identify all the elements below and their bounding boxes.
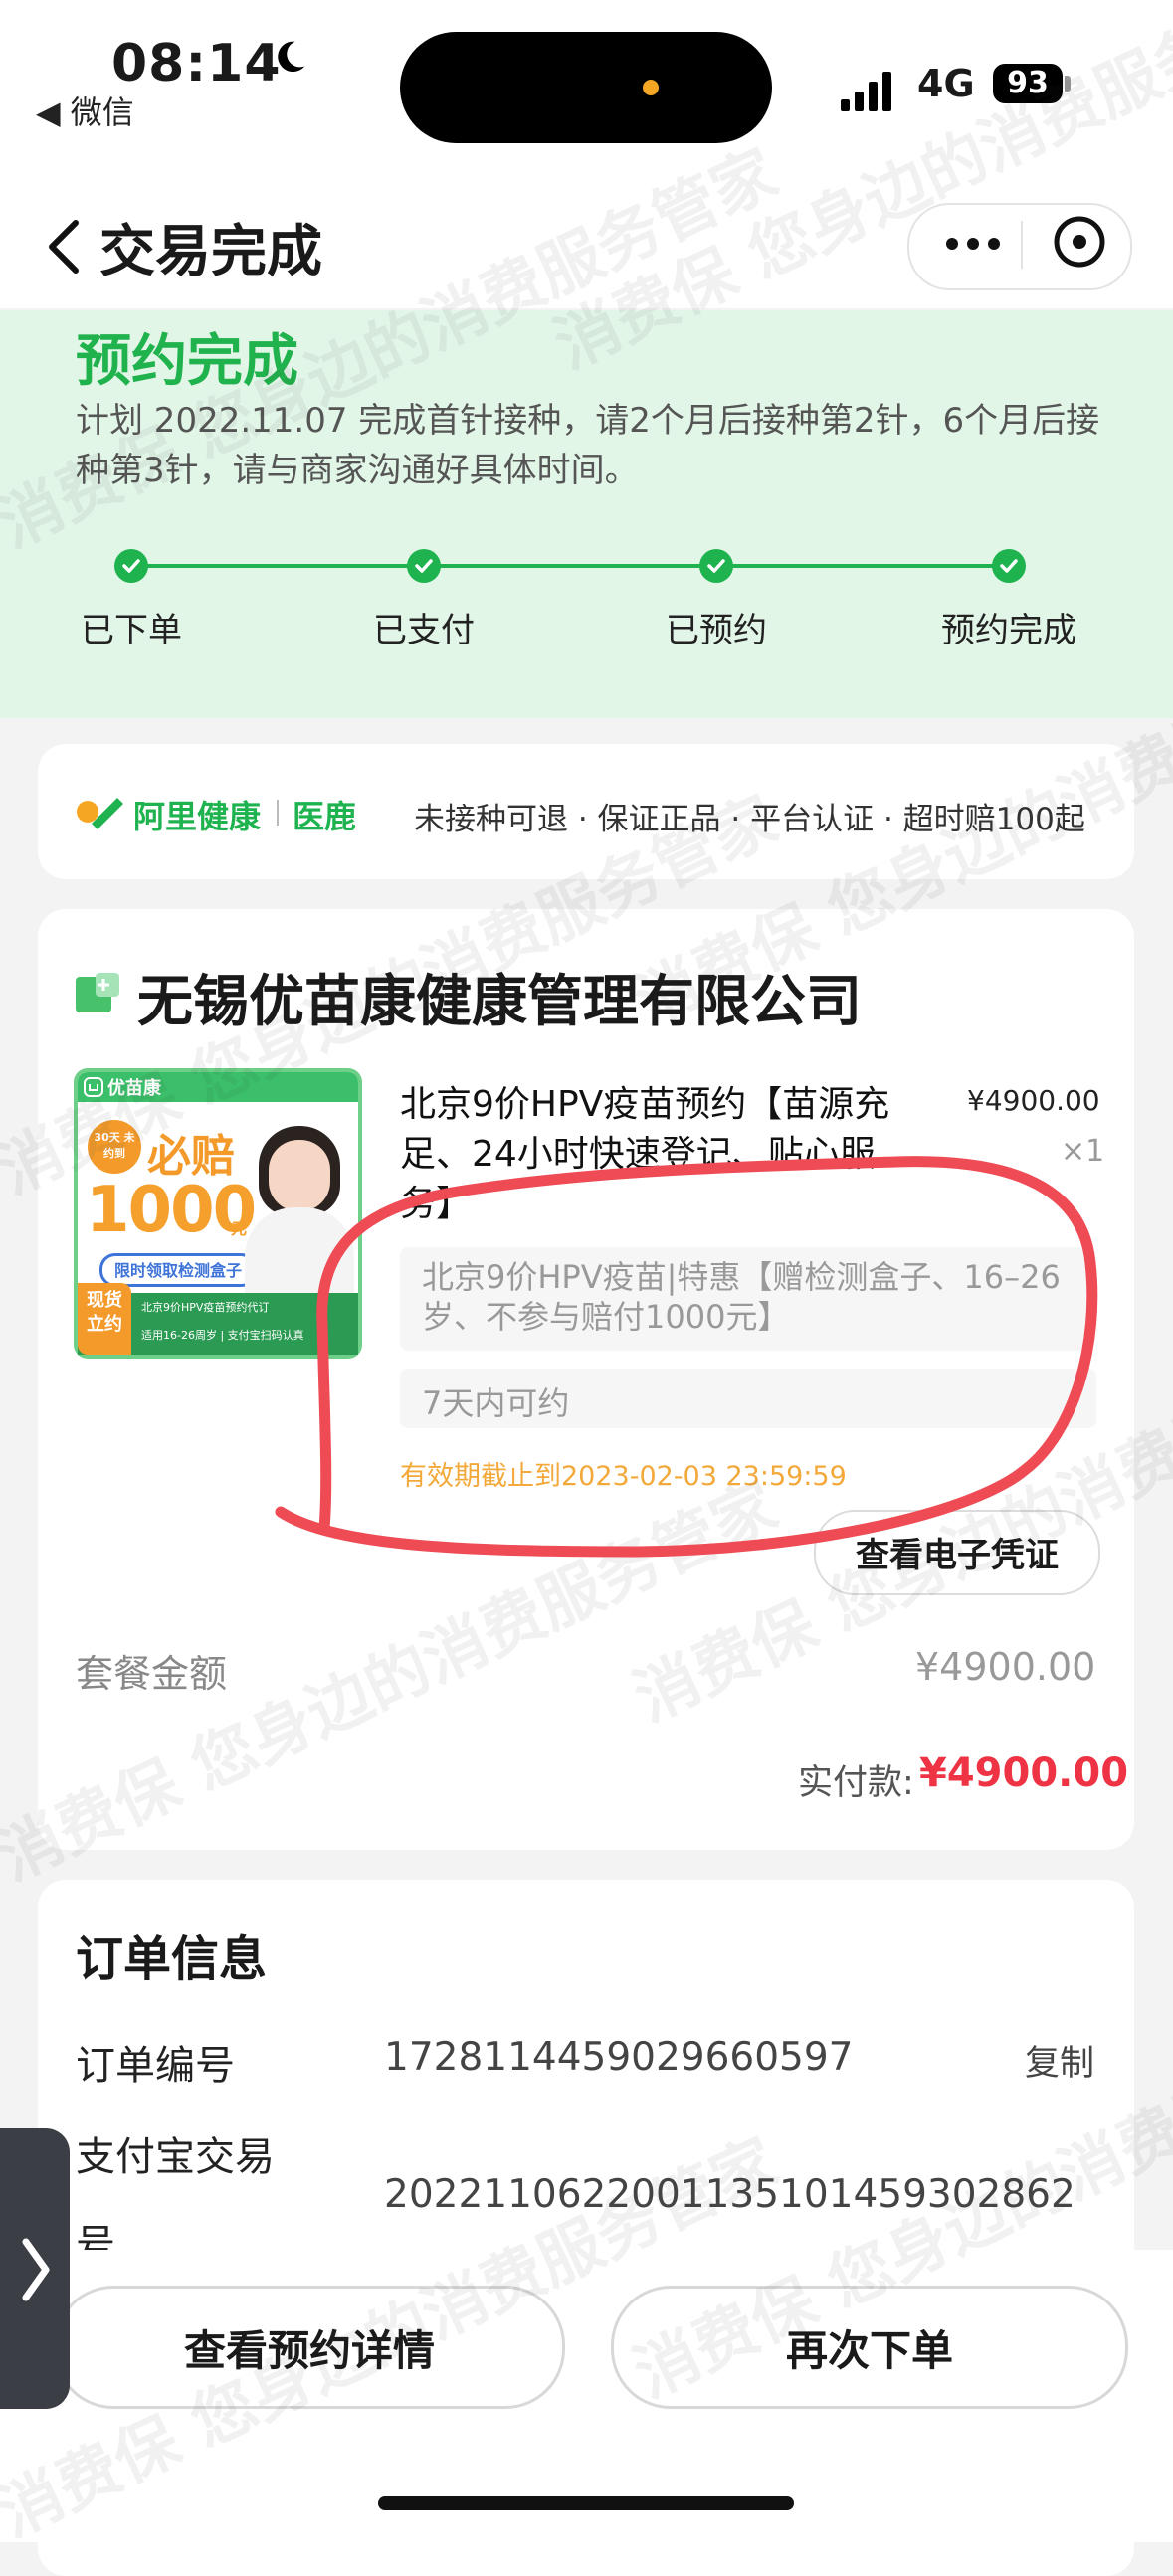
battery-cap (1065, 76, 1071, 92)
appoint-note: 7天内可约 (422, 1384, 570, 1422)
signal-icon (841, 72, 891, 111)
alipay-trade-label: 支付宝交易 (76, 2134, 275, 2180)
step-label-paid: 已支付 (373, 611, 475, 650)
status-title: 预约完成 (76, 329, 298, 394)
step-check-icon (699, 549, 733, 583)
shop-icon (76, 973, 119, 1012)
reorder-label[interactable]: 再次下单 (611, 2317, 1128, 2378)
sku-text: 北京9价HPV疫苗|特惠【赠检测盒子、16–26岁、不参与赔付1000元】 (422, 1258, 1061, 1336)
paid-amount-value: ¥4900.00 (919, 1750, 1129, 1796)
ali-health-logo-icon (77, 798, 123, 829)
product-footer-line1: 北京9价HPV疫苗预约代订 (141, 1301, 270, 1314)
product-tag: 限时领取检测盒子 (113, 1261, 242, 1280)
step-check-icon (114, 549, 148, 583)
moon-icon (278, 41, 305, 73)
dynamic-island (400, 32, 772, 143)
privacy-indicator-dot (643, 80, 659, 95)
chevron-right-icon[interactable] (18, 2236, 54, 2303)
package-amount-value: ¥4900.00 (915, 1645, 1096, 1689)
order-info-title: 订单信息 (76, 1932, 268, 1987)
shop-name[interactable]: 无锡优苗康健康管理有限公司 (137, 957, 862, 1037)
assurance-text: 未接种可退 · 保证正品 · 平台认证 · 超时赔100起 (414, 802, 1085, 837)
more-icon[interactable] (945, 237, 1001, 251)
view-voucher-label[interactable]: 查看电子凭证 (814, 1528, 1100, 1576)
yilu-brand: 医鹿 (293, 798, 357, 835)
product-price: ¥4900.00 (967, 1084, 1100, 1117)
product-corner: 现货 立约 (87, 1290, 122, 1335)
network-type: 4G (917, 62, 975, 105)
product-image[interactable]: 优苗康 30天 未约到 必赔 1000 元 限时领取检测盒子 现货 立约 北京9… (74, 1068, 362, 1359)
order-number-value: 1728114459029660597 (384, 2035, 854, 2080)
capsule-divider (1021, 221, 1023, 269)
brand-divider (277, 800, 279, 826)
battery-icon: 93 (993, 64, 1063, 103)
order-number-label: 订单编号 (76, 2043, 235, 2089)
product-quantity: ×1 (1061, 1134, 1105, 1169)
paid-amount-label: 实付款: (798, 1763, 914, 1803)
copy-button[interactable]: 复制 (1025, 2035, 1094, 2086)
page-title: 交易完成 (99, 220, 322, 284)
plan-text: 计划 2022.11.07 完成首针接种，请2个月后接种第2针，6个月后接种第3… (76, 401, 1100, 490)
ali-health-brand: 阿里健康 (133, 798, 262, 835)
alipay-trade-number: 2022110622001135101459302862 (384, 2172, 1075, 2217)
back-to-wechat-link[interactable]: ◀ 微信 (36, 88, 134, 133)
product-amount: 1000 (86, 1174, 257, 1247)
package-amount-label: 套餐金额 (76, 1652, 228, 1696)
step-label-ordered: 已下单 (81, 611, 182, 650)
brand-logo-icon (84, 1077, 103, 1097)
home-indicator (378, 2496, 794, 2510)
product-unit: 元 (231, 1219, 248, 1238)
product-footer-line2: 适用16-26周岁 | 支付宝扫码认真 (141, 1329, 304, 1342)
product-brand: 优苗康 (107, 1078, 161, 1099)
product-badge: 30天 未约到 (94, 1131, 135, 1160)
status-time: 08:14 (111, 34, 282, 93)
validity-text: 有效期截止到2023-02-03 23:59:59 (400, 1461, 847, 1492)
step-check-icon (992, 549, 1026, 583)
close-icon[interactable] (1053, 215, 1106, 269)
step-check-icon (407, 549, 441, 583)
view-appointment-detail-label[interactable]: 查看预约详情 (54, 2317, 565, 2378)
back-arrow-icon[interactable] (44, 217, 84, 276)
step-label-complete: 预约完成 (941, 611, 1076, 650)
step-label-booked: 已预约 (666, 611, 767, 650)
product-title[interactable]: 北京9价HPV疫苗预约【苗源充足、24小时快速登记、贴心服务】 (400, 1080, 917, 1229)
progress-line (131, 564, 1011, 568)
